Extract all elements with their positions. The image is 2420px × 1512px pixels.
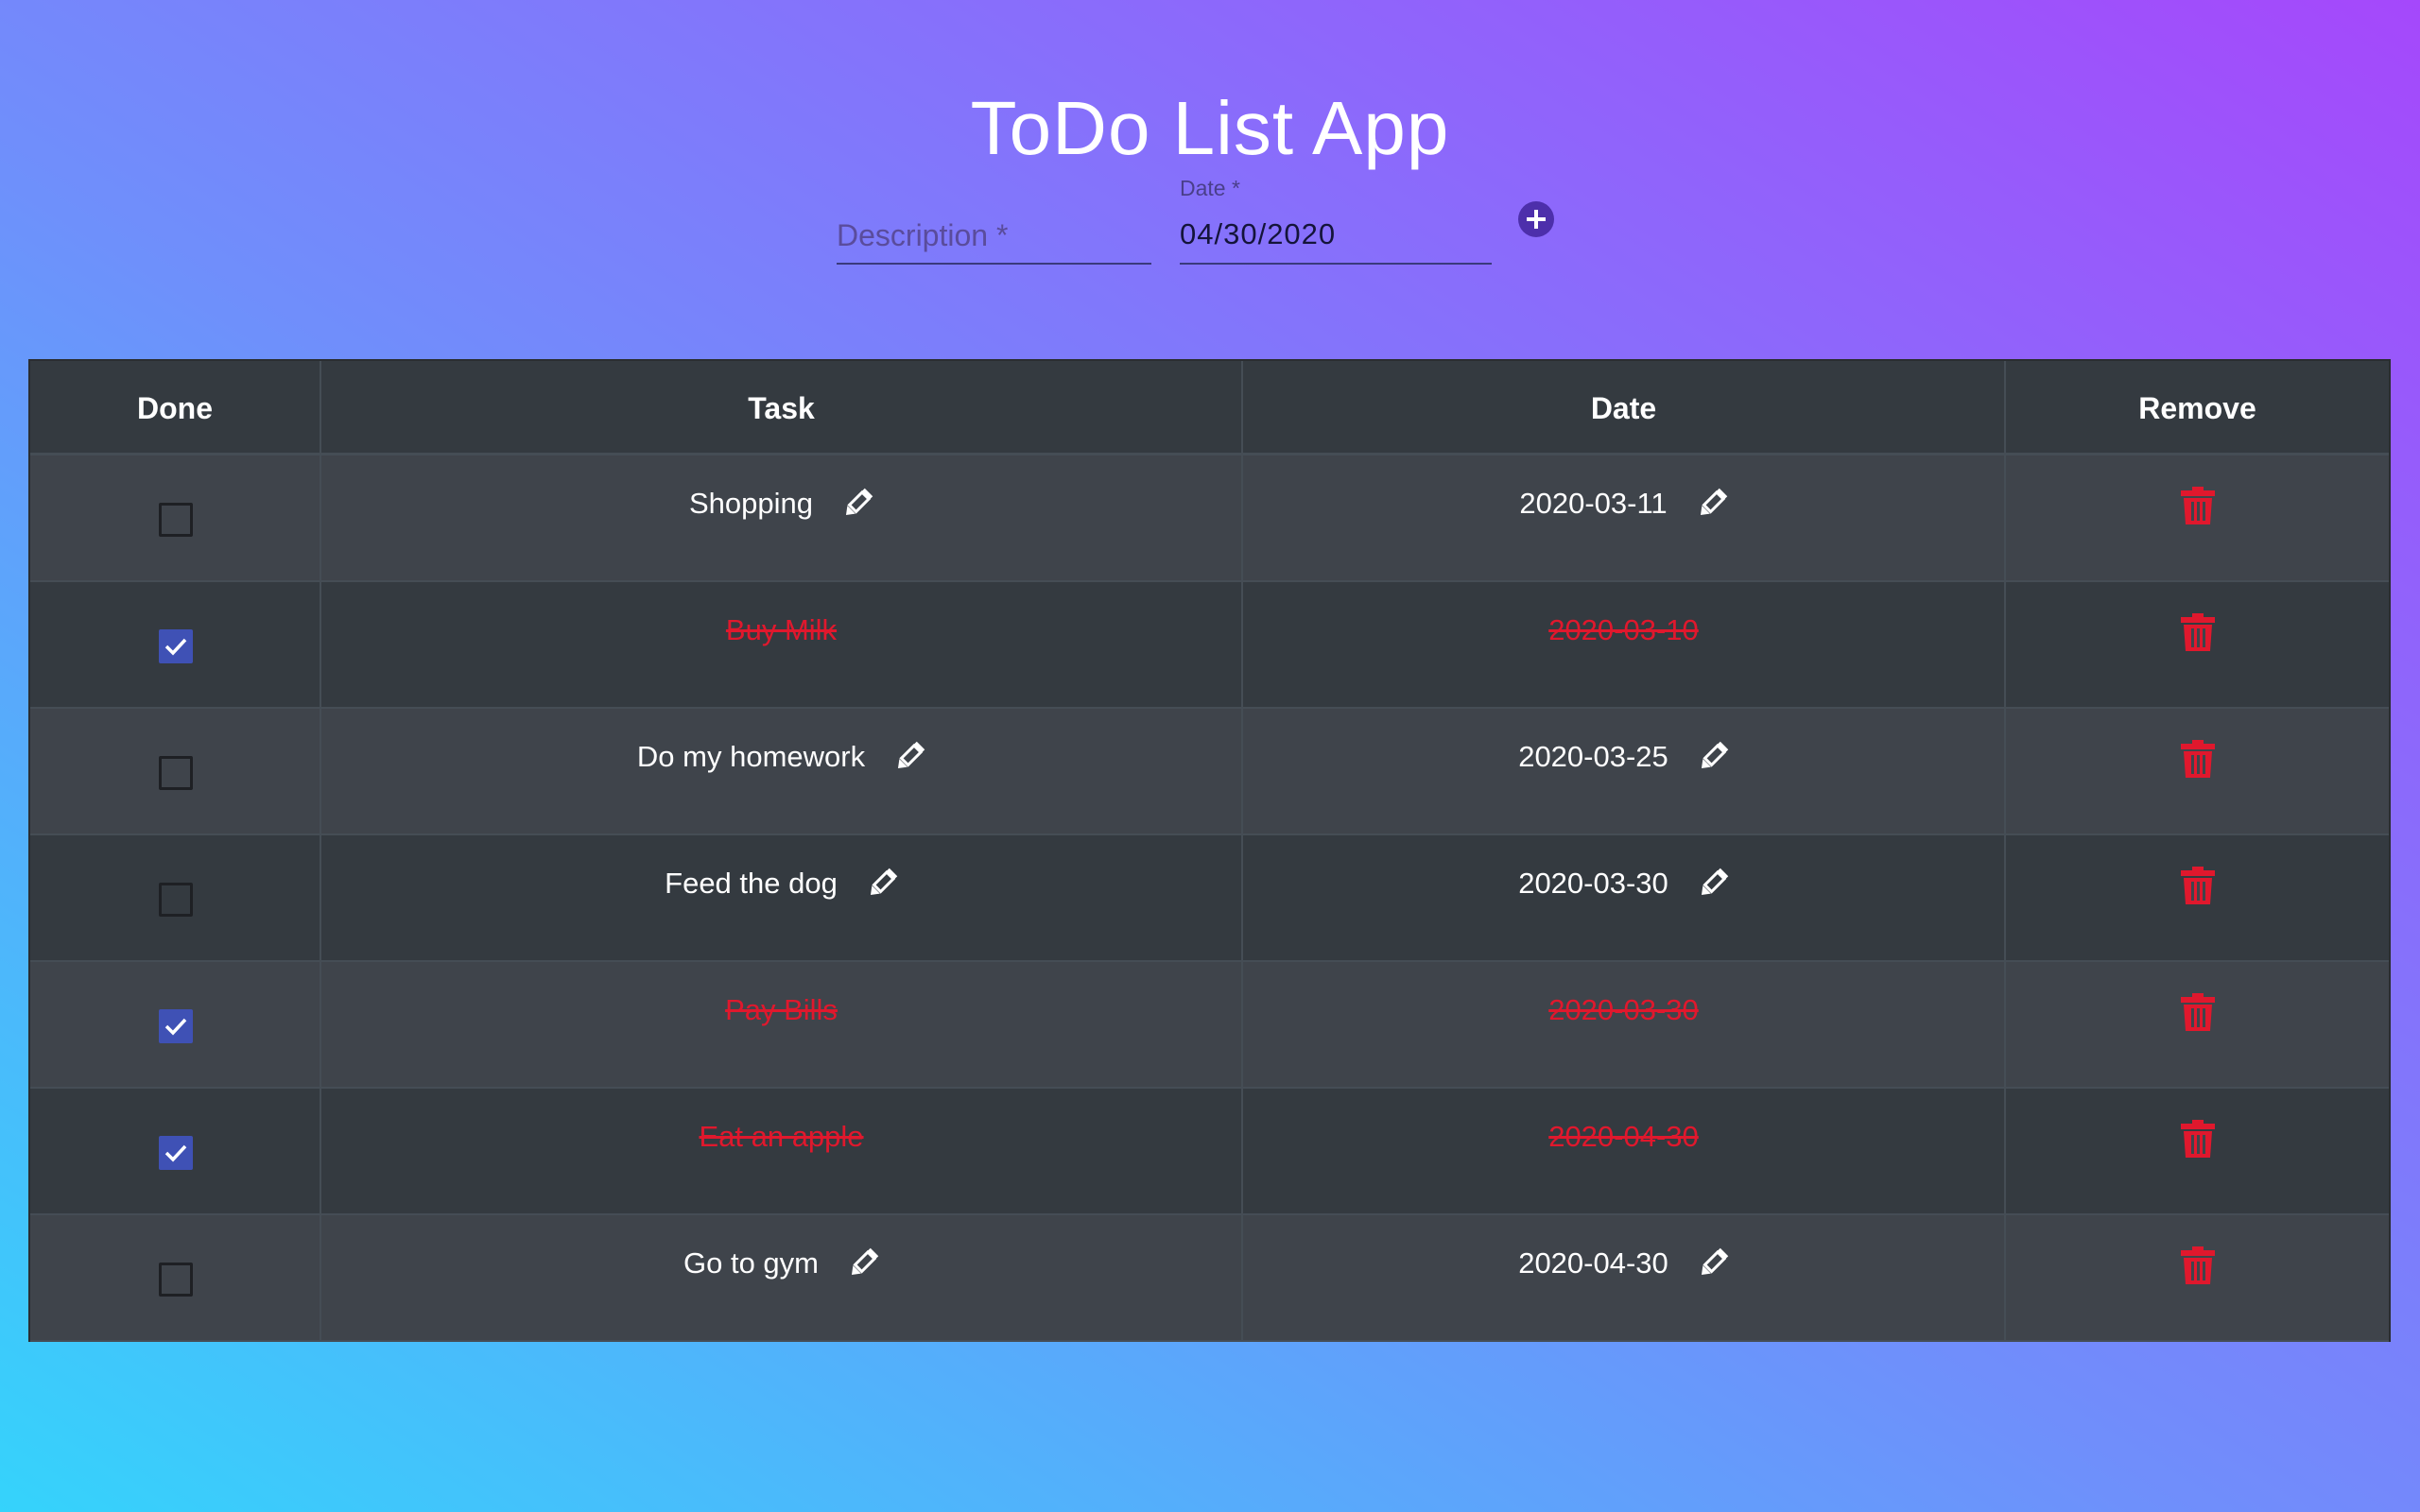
done-checkbox[interactable] (159, 883, 193, 917)
date-cell: 2020-03-11 (1243, 455, 2006, 580)
trash-icon[interactable] (2181, 1120, 2215, 1158)
date-label: Date * (1180, 176, 1240, 200)
done-cell (30, 835, 321, 960)
header-done: Done (137, 391, 213, 425)
task-text: Buy Milk (725, 613, 838, 646)
task-cell: Do my homework (321, 709, 1243, 833)
todo-table: Done Task Date Remove Shopping 2020-03-11… (28, 359, 2391, 1342)
done-checkbox[interactable] (159, 1263, 193, 1297)
task-cell: Pay Bills (321, 962, 1243, 1087)
header-date: Date (1590, 391, 1657, 425)
table-header-row: Done Task Date Remove (30, 361, 2389, 455)
table-row: Buy Milk 2020-03-10 (30, 582, 2389, 709)
done-cell (30, 455, 321, 580)
trash-icon[interactable] (2181, 867, 2215, 904)
done-checkbox[interactable] (159, 503, 193, 537)
pencil-icon[interactable] (1697, 868, 1729, 900)
table-row: Do my homework 2020-03-25 (30, 709, 2389, 835)
pencil-icon[interactable] (841, 488, 873, 520)
done-cell (30, 962, 321, 1087)
trash-icon[interactable] (2181, 1246, 2215, 1284)
plus-circle-icon (1527, 210, 1546, 229)
table-row: Eat an apple 2020-04-30 (30, 1089, 2389, 1215)
remove-cell (2006, 455, 2389, 580)
date-cell: 2020-04-30 (1243, 1089, 2006, 1213)
trash-icon[interactable] (2181, 993, 2215, 1031)
task-date: 2020-04-30 (1548, 1120, 1699, 1153)
task-date: 2020-03-25 (1518, 740, 1668, 773)
table-row: Go to gym 2020-04-30 (30, 1215, 2389, 1342)
date-cell: 2020-03-25 (1243, 709, 2006, 833)
done-cell (30, 582, 321, 707)
trash-icon[interactable] (2181, 740, 2215, 778)
remove-cell (2006, 1215, 2389, 1340)
table-row: Pay Bills 2020-03-30 (30, 962, 2389, 1089)
pencil-icon[interactable] (893, 741, 925, 773)
checkmark-icon (164, 1018, 187, 1036)
task-text: Eat an apple (699, 1120, 864, 1153)
pencil-icon[interactable] (1696, 488, 1728, 520)
checkmark-icon (164, 1144, 187, 1162)
header-task: Task (748, 391, 815, 425)
remove-cell (2006, 582, 2389, 707)
task-text: Pay Bills (725, 993, 838, 1026)
task-date: 2020-03-30 (1548, 993, 1699, 1026)
pencil-icon[interactable] (866, 868, 898, 900)
done-checkbox[interactable] (159, 629, 193, 663)
task-cell: Feed the dog (321, 835, 1243, 960)
table-row: Feed the dog 2020-03-30 (30, 835, 2389, 962)
task-text: Shopping (688, 487, 813, 520)
table-row: Shopping 2020-03-11 (30, 455, 2389, 582)
task-cell: Eat an apple (321, 1089, 1243, 1213)
task-text: Do my homework (636, 740, 866, 773)
trash-icon[interactable] (2181, 487, 2215, 524)
date-cell: 2020-03-30 (1243, 962, 2006, 1087)
task-cell: Go to gym (321, 1215, 1243, 1340)
remove-cell (2006, 1089, 2389, 1213)
date-cell: 2020-03-10 (1243, 582, 2006, 707)
pencil-icon[interactable] (1697, 1247, 1729, 1280)
remove-cell (2006, 709, 2389, 833)
description-placeholder: Description * (837, 218, 1009, 252)
task-cell: Shopping (321, 455, 1243, 580)
date-cell: 2020-04-30 (1243, 1215, 2006, 1340)
date-cell: 2020-03-30 (1243, 835, 2006, 960)
task-date: 2020-03-11 (1519, 487, 1668, 520)
done-checkbox[interactable] (159, 756, 193, 790)
header-remove: Remove (2138, 391, 2256, 425)
done-cell (30, 1089, 321, 1213)
task-cell: Buy Milk (321, 582, 1243, 707)
task-date: 2020-03-10 (1548, 613, 1699, 646)
task-date: 2020-03-30 (1518, 867, 1668, 900)
remove-cell (2006, 835, 2389, 960)
done-checkbox[interactable] (159, 1009, 193, 1043)
checkmark-icon (164, 638, 187, 656)
remove-cell (2006, 962, 2389, 1087)
done-cell (30, 709, 321, 833)
date-input[interactable]: Date * 04/30/2020 (1180, 176, 1492, 265)
pencil-icon[interactable] (1697, 741, 1729, 773)
done-checkbox[interactable] (159, 1136, 193, 1170)
task-date: 2020-04-30 (1518, 1246, 1668, 1280)
date-value[interactable]: 04/30/2020 (1180, 217, 1336, 251)
trash-icon[interactable] (2181, 613, 2215, 651)
description-input[interactable]: Description * (837, 210, 1151, 265)
done-cell (30, 1215, 321, 1340)
pencil-icon[interactable] (847, 1247, 879, 1280)
add-task-button[interactable] (1518, 201, 1554, 237)
task-text: Go to gym (683, 1246, 819, 1280)
task-text: Feed the dog (665, 867, 838, 900)
page-title: ToDo List App (970, 85, 1450, 170)
